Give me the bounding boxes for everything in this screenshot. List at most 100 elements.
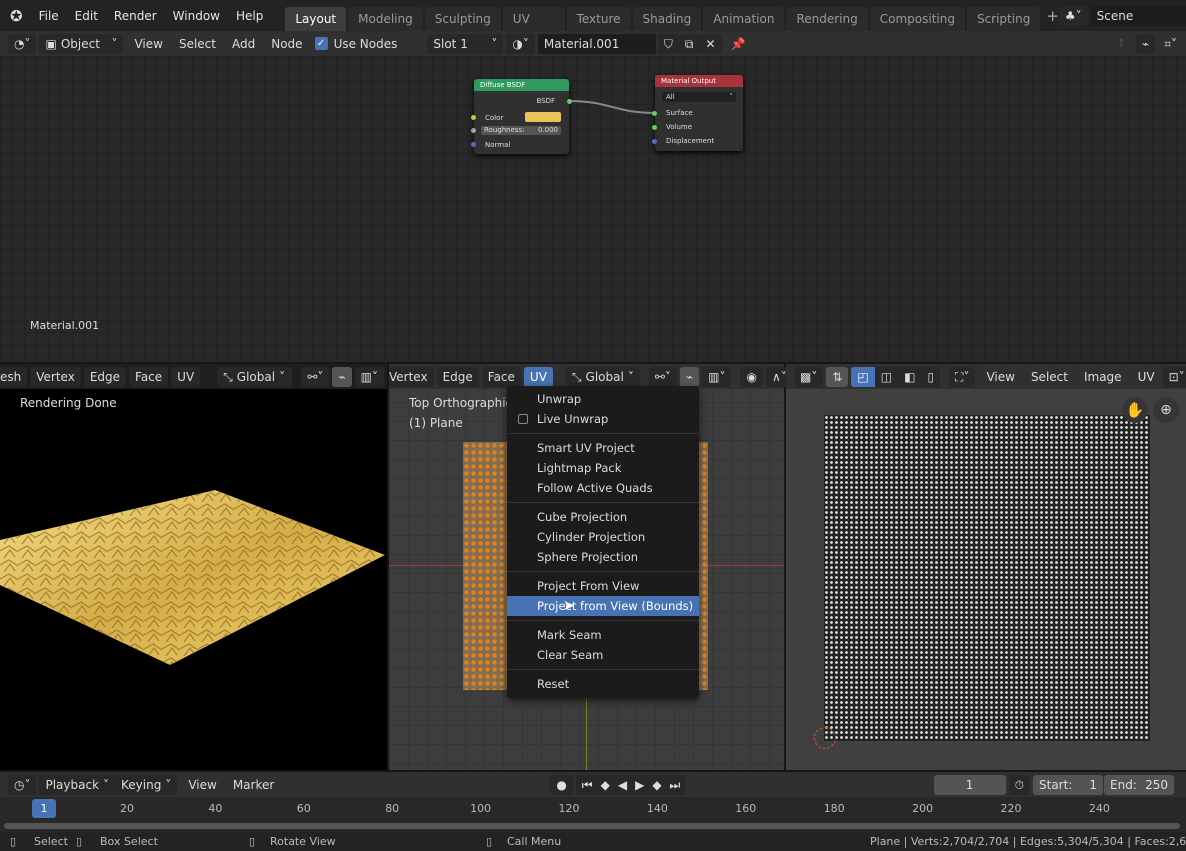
uv-menu-view[interactable]: View [978,370,1022,384]
uv-sync-icon[interactable]: ⇅ [826,366,849,387]
vp-pivot-icon[interactable]: ⚯˅ [648,366,677,387]
rv-menu-uv[interactable]: UV [171,366,201,387]
vp-orientation-dropdown[interactable]: ⤡ Global ˅ [565,366,640,387]
uv-pivot-icon[interactable]: ⊡˅ [1162,366,1186,387]
menu-separator [507,669,699,670]
roughness-field[interactable]: Roughness: 0.000 [481,126,561,135]
timeline-tick: 180 [823,802,845,815]
color-label: Color [485,114,504,122]
output-target-dropdown[interactable]: All ˅ [662,92,736,102]
rv-menu-face[interactable]: Face [129,366,169,387]
volume-socket[interactable] [652,125,657,130]
play-reverse-icon[interactable]: ◀ [618,775,627,795]
vp-menu-face[interactable]: Face [481,366,521,387]
uv-sticky-select-icon[interactable]: ⛶˅ [949,366,976,387]
end-frame-field[interactable]: End: 250 [1104,774,1174,795]
color-swatch[interactable] [525,112,561,122]
playback-label: Playback [45,777,100,792]
end-label: End: [1110,777,1137,792]
menu-item-label: Lightmap Pack [537,461,622,475]
material-output-node[interactable]: Material Output All ˅ Surface Volume Disp… [652,75,743,151]
vp-snap-mode-icon[interactable]: ▥˅ [702,366,732,387]
2d-cursor-icon[interactable] [814,727,836,749]
menu-item-label: Reset [537,677,570,691]
playback-controls[interactable]: ⏮ ◆ ◀ ▶ ◆ ⏭ [575,774,687,795]
menu-item-label: Cube Projection [537,510,628,524]
rv-pivot-icon[interactable]: ⚯˅ [301,366,330,387]
uv-menu-select[interactable]: Select [1023,370,1076,384]
roughness-label: Roughness: [484,126,525,134]
start-label: Start: [1039,777,1073,792]
prev-keyframe-icon[interactable]: ◆ [601,775,610,795]
uv-menu-item-live-unwrap[interactable]: Live Unwrap [507,409,699,429]
rv-orientation-dropdown[interactable]: ⤡ Global ˅ [217,366,293,387]
uv-menu-item-sphere-projection[interactable]: Sphere Projection [507,547,699,567]
vp-snap-icon[interactable]: ⌁ [679,366,700,387]
uv-edge-select-icon[interactable]: ◫ [874,366,899,387]
uv-menu-item-project-from-view[interactable]: Project From View [507,576,699,596]
uv-menu-item-lightmap-pack[interactable]: Lightmap Pack [507,458,699,478]
pan-hand-icon[interactable]: ✋ [1122,397,1148,423]
roughness-socket[interactable] [471,128,476,133]
surface-label: Surface [666,109,693,117]
vp-menu-uv[interactable]: UV [523,366,553,387]
start-frame-field[interactable]: Start: 1 [1033,774,1103,795]
uv-menu-item-clear-seam[interactable]: Clear Seam [507,645,699,665]
uv-menu-item-project-from-view-bounds[interactable]: Project from View (Bounds) [507,596,699,616]
timeline-tick: 80 [385,802,400,815]
displacement-socket[interactable] [652,139,657,144]
playhead[interactable]: 1 [32,799,56,818]
rv-menu-mesh[interactable]: esh [0,366,28,387]
menu-item-label: Sphere Projection [537,550,639,564]
uv-island-select-icon[interactable]: ▯ [921,366,941,387]
uv-menu-item-follow-active-quads[interactable]: Follow Active Quads [507,478,699,498]
jump-start-icon[interactable]: ⏮ [582,775,593,795]
normal-socket[interactable] [471,142,476,147]
live-unwrap-checkbox[interactable] [518,414,528,424]
menu-separator [507,620,699,621]
timeline-menu-marker[interactable]: Marker [225,778,282,792]
timeline-header: ◷˅ Playback ˅ Keying ˅ View Marker ● ⏮ ◆ ◀ ▶ ◆… [0,772,1186,797]
displacement-label: Displacement [666,137,715,145]
next-keyframe-icon[interactable]: ◆ [652,775,661,795]
zoom-icon[interactable]: ⊕ [1153,397,1179,423]
uv-menu-image[interactable]: Image [1076,370,1130,384]
diffuse-bsdf-node[interactable]: Diffuse BSDF BSDF Color Roughness: 0.000 … [471,79,572,154]
timeline-menu-view[interactable]: View [180,778,224,792]
surface-socket[interactable] [652,111,657,116]
current-frame-field[interactable]: 1 [933,774,1006,795]
rv-snap-mode-icon[interactable]: ▥˅ [354,366,384,387]
uv-menu-item-smart-uv-project[interactable]: Smart UV Project [507,438,699,458]
color-socket[interactable] [471,115,476,120]
record-button[interactable]: ● [550,774,573,795]
orientation-label: Global [236,369,276,384]
uv-menu-item-reset[interactable]: Reset [507,674,699,694]
vp-menu-edge[interactable]: Edge [436,366,479,387]
render-status: Rendering Done [20,396,117,410]
current-frame-value: 1 [965,777,974,792]
uv-menu-item-cylinder-projection[interactable]: Cylinder Projection [507,527,699,547]
rv-menu-edge[interactable]: Edge [83,366,127,387]
keying-menu[interactable]: Keying ˅ [115,774,178,795]
uv-face-select-icon[interactable]: ◧ [898,366,922,387]
playback-menu[interactable]: Playback ˅ [39,774,116,795]
uv-menu-item-mark-seam[interactable]: Mark Seam [507,625,699,645]
play-icon[interactable]: ▶ [635,775,644,795]
uv-vertex-select-icon[interactable]: ◰ [851,366,875,387]
jump-end-icon[interactable]: ⏭ [670,775,681,795]
bsdf-output-label: BSDF [536,97,555,105]
rv-menu-vertex[interactable]: Vertex [30,366,81,387]
uv-menu-item-cube-projection[interactable]: Cube Projection [507,507,699,527]
bsdf-output-socket[interactable] [567,99,572,104]
proportional-edit-icon[interactable]: ◉ [740,366,763,387]
uv-editor-type-icon[interactable]: ▩˅ [794,366,824,387]
uv-menu-item-unwrap[interactable]: Unwrap [507,389,699,409]
timeline-tick: 200 [912,802,934,815]
timeline-editor-type-icon[interactable]: ◷˅ [8,774,37,795]
vp-menu-vertex[interactable]: Vertex [389,366,434,387]
stopwatch-icon[interactable]: ⏱ [1008,774,1030,795]
uv-menu-uv[interactable]: UV [1130,370,1163,384]
uv-editor-header: ▩˅ ⇅ ◰ ◫ ◧ ▯ ⛶˅ View Select Image UV ⊡˅ [786,364,1186,389]
timeline-scrollbar[interactable] [4,823,1180,829]
rv-snap-icon[interactable]: ⌁ [332,366,352,387]
